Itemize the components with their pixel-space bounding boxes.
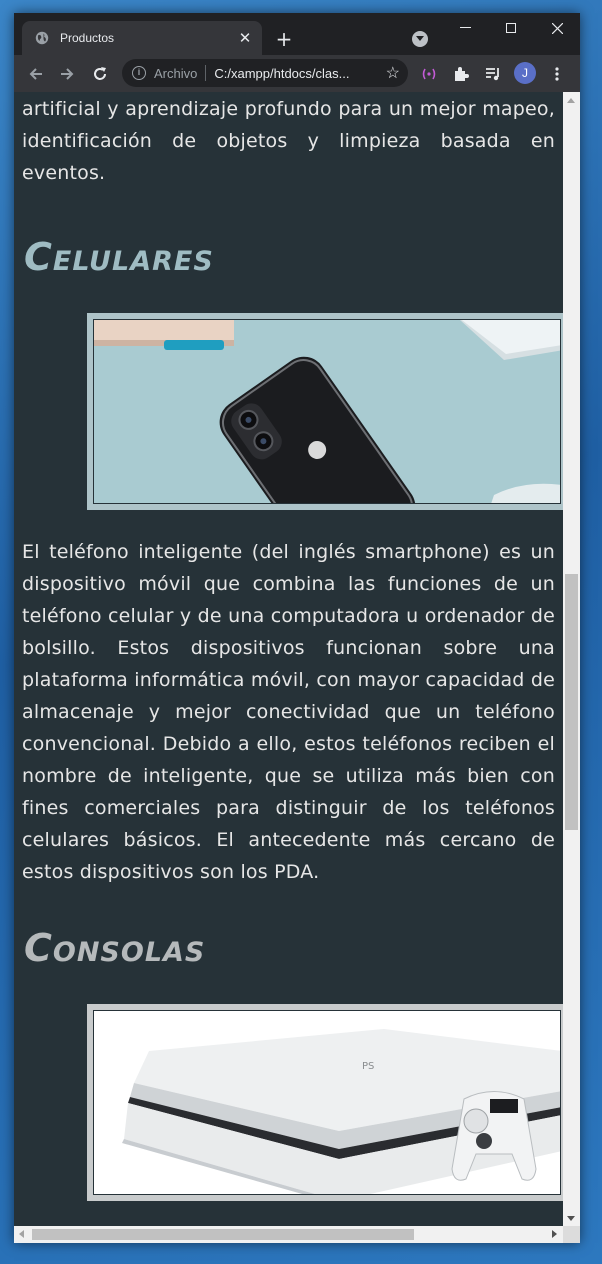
scroll-left-arrow-icon[interactable] — [19, 1230, 24, 1238]
svg-text:PS: PS — [362, 1061, 374, 1072]
section-heading-celulares: Celulares — [24, 235, 214, 279]
media-control-icon[interactable] — [483, 64, 503, 84]
smartphone-image — [93, 319, 561, 504]
omnibox-divider — [205, 65, 207, 81]
intro-paragraph: etc.). Los modelos más recientes utiliza… — [22, 98, 555, 184]
vertical-scrollbar[interactable] — [563, 92, 580, 1226]
reload-icon[interactable] — [90, 64, 110, 84]
cast-extension-icon[interactable] — [419, 64, 439, 84]
page-content: etc.). Los modelos más recientes utiliza… — [14, 92, 563, 1201]
minimize-icon[interactable] — [442, 13, 488, 43]
celulares-paragraph: El teléfono inteligente (del inglés smar… — [22, 541, 555, 883]
globe-icon — [34, 30, 50, 46]
smartphone-image-frame — [87, 313, 563, 510]
extensions-puzzle-icon[interactable] — [451, 64, 471, 84]
scheme-label: Archivo — [154, 65, 198, 81]
close-window-icon[interactable] — [534, 13, 580, 43]
new-tab-button[interactable]: + — [272, 27, 296, 51]
console-image-frame: PS — [87, 1004, 563, 1201]
address-bar[interactable]: i Archivo C:/xampp/htdocs/clas... ☆ — [122, 59, 408, 87]
tab-strip: Productos ✕ + — [14, 13, 580, 55]
scrollbar-corner — [563, 1226, 580, 1243]
url-text[interactable]: C:/xampp/htdocs/clas... — [214, 66, 364, 81]
back-arrow-icon[interactable] — [26, 64, 46, 84]
horizontal-scrollbar[interactable] — [14, 1226, 563, 1243]
vertical-scroll-thumb[interactable] — [565, 574, 578, 830]
tab-productos[interactable]: Productos ✕ — [22, 21, 262, 55]
page-viewport: etc.). Los modelos más recientes utiliza… — [14, 92, 563, 1226]
tab-title: Productos — [60, 31, 115, 45]
browser-toolbar: i Archivo C:/xampp/htdocs/clas... ☆ — [14, 55, 580, 92]
scroll-down-arrow-icon[interactable] — [567, 1216, 575, 1221]
horizontal-scroll-thumb[interactable] — [32, 1229, 414, 1240]
browser-window: Productos ✕ + i Archivo C:/xampp/htdocs/… — [14, 13, 580, 1243]
forward-arrow-icon[interactable] — [57, 64, 77, 84]
close-tab-icon[interactable]: ✕ — [234, 27, 256, 49]
menu-kebab-icon[interactable] — [547, 64, 567, 84]
scroll-right-arrow-icon[interactable] — [552, 1230, 557, 1238]
scroll-up-arrow-icon[interactable] — [567, 98, 575, 103]
section-heading-consolas: Consolas — [24, 926, 206, 970]
maximize-icon[interactable] — [488, 13, 534, 43]
profile-avatar[interactable]: J — [514, 62, 536, 84]
site-info-icon[interactable]: i — [132, 66, 146, 80]
tab-search-icon[interactable] — [412, 31, 428, 47]
bookmark-star-icon[interactable]: ☆ — [386, 63, 400, 83]
console-image: PS — [93, 1010, 561, 1195]
